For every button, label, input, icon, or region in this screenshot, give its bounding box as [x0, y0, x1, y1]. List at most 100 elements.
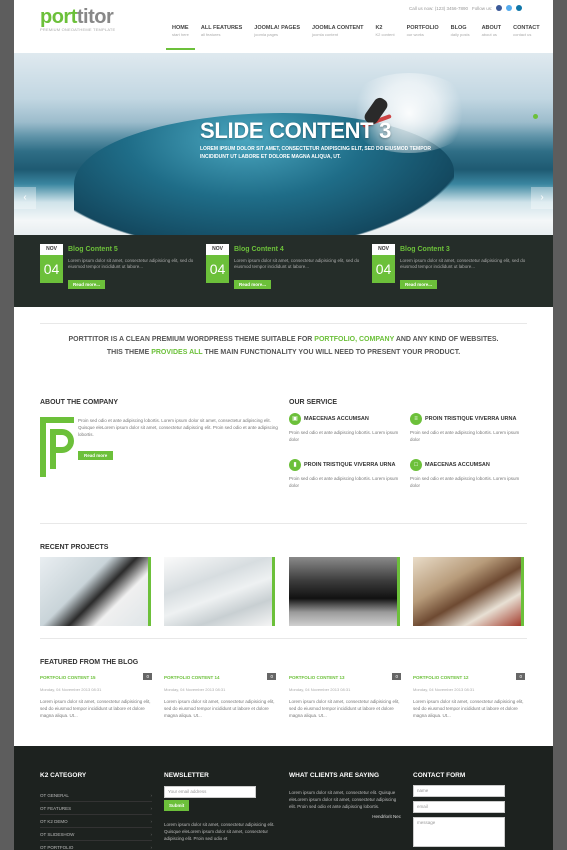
- slide-title: SLIDE CONTENT 3: [200, 118, 392, 143]
- k2-item[interactable]: OT FEATURES ›: [40, 802, 152, 815]
- featured-post: PORTFOLIO CONTENT 12 0 Monday, 04 Novemb…: [413, 673, 525, 719]
- chevron-right-icon: ›: [150, 819, 153, 824]
- newsletter-submit-button[interactable]: Submit: [164, 800, 190, 811]
- newsletter-widget: NEWSLETTER Your email address Submit Lor…: [164, 772, 276, 842]
- comment-count-badge[interactable]: 0: [392, 673, 401, 680]
- k2-title: K2 CATEGORY: [40, 772, 87, 779]
- chevron-right-icon: ›: [150, 793, 153, 798]
- nav-portfolio[interactable]: PORTFOLIO our works: [401, 25, 445, 50]
- read-more-button[interactable]: Read more...: [234, 280, 272, 289]
- featured-post: PORTFOLIO CONTENT 15 0 Monday, 04 Novemb…: [40, 673, 152, 719]
- hero-slider: SLIDE CONTENT 3 LOREM IPSUM DOLOR SIT AM…: [14, 53, 553, 235]
- k2-item[interactable]: OT GENERAL ›: [40, 789, 152, 802]
- featured-post: PORTFOLIO CONTENT 14 0 Monday, 04 Novemb…: [164, 673, 276, 719]
- site-logo[interactable]: porttitor: [40, 7, 114, 27]
- nav-contact[interactable]: CONTACT contact us: [507, 25, 545, 50]
- blog-strip-title[interactable]: Blog Content 4: [234, 246, 284, 253]
- nav-joomla-content[interactable]: JOOMLA CONTENT joomla content: [306, 25, 369, 50]
- chart-icon: ▮: [289, 459, 301, 471]
- featured-post-date: Monday, 04 November 2013 08:31: [289, 687, 351, 692]
- projects-title: RECENT PROJECTS: [40, 544, 109, 551]
- footer: K2 CATEGORY OT GENERAL › OT FEATURES › OT …: [14, 746, 553, 850]
- service-title: OUR SERVICE: [289, 399, 338, 406]
- intro-text: PORTTITOR IS A CLEAN PREMIUM WORDPRESS T…: [68, 336, 499, 356]
- blog-strip-item: NOV 04 Blog Content 3 Lorem ipsum dolor …: [372, 244, 532, 299]
- linkedin-icon[interactable]: [516, 5, 523, 11]
- newsletter-title: NEWSLETTER: [164, 772, 209, 779]
- project-thumb-documents[interactable]: [164, 557, 275, 626]
- k2-item[interactable]: OT SLIDESHOW ›: [40, 828, 152, 841]
- featured-post-title[interactable]: PORTFOLIO CONTENT 14: [164, 675, 276, 680]
- blog-strip-title[interactable]: Blog Content 5: [68, 246, 118, 253]
- contact-email-input[interactable]: email: [413, 801, 505, 813]
- read-more-button[interactable]: Read more...: [400, 280, 438, 289]
- monitor-icon: ▣: [289, 413, 301, 425]
- featured-post-title[interactable]: PORTFOLIO CONTENT 13: [289, 675, 401, 680]
- nav-home[interactable]: HOME start here: [166, 25, 195, 50]
- blog-strip-text: Lorem ipsum dolor sit amet, consectetur …: [400, 258, 526, 269]
- project-thumb-businessman[interactable]: [40, 557, 151, 626]
- date-month: NOV: [206, 244, 229, 255]
- project-thumb-interior[interactable]: [413, 557, 524, 626]
- slider-pager-dot[interactable]: [533, 114, 538, 119]
- chevron-right-icon: ›: [150, 806, 153, 811]
- service-item: □ MAECENAS ACCUMSAN Proin sed odio et ant…: [410, 459, 520, 489]
- comment-count-badge[interactable]: 0: [267, 673, 276, 680]
- featured-post-date: Monday, 04 November 2013 08:31: [164, 687, 226, 692]
- facebook-icon[interactable]: [496, 5, 503, 11]
- featured-post-date: Monday, 04 November 2013 08:31: [413, 687, 475, 692]
- nav-all-features[interactable]: ALL FEATURES all features: [195, 25, 248, 50]
- contact-message-input[interactable]: message: [413, 817, 505, 847]
- divider: [40, 638, 527, 639]
- blog-strip-item: NOV 04 Blog Content 4 Lorem ipsum dolor …: [206, 244, 366, 299]
- nav-k2[interactable]: K2 K2 content: [369, 25, 400, 50]
- featured-post-title[interactable]: PORTFOLIO CONTENT 15: [40, 675, 152, 680]
- testimonial-title: WHAT CLIENTS ARE SAYING: [289, 772, 380, 779]
- contact-name-input[interactable]: name: [413, 785, 505, 797]
- nav-about[interactable]: ABOUT about us: [476, 25, 508, 50]
- read-more-button[interactable]: Read more...: [68, 280, 106, 289]
- project-thumb-laptop[interactable]: [289, 557, 400, 626]
- contact-form-title: CONTACT FORM: [413, 772, 466, 779]
- featured-title: FEATURED FROM THE BLOG: [40, 659, 139, 666]
- testimonial-widget: WHAT CLIENTS ARE SAYING Lorem ipsum dolo…: [289, 772, 401, 819]
- divider: [40, 323, 527, 324]
- blog-strip-title[interactable]: Blog Content 3: [400, 246, 450, 253]
- service-item: ▣ MAECENAS ACCUMSAN Proin sed odio et ant…: [289, 413, 399, 443]
- slider-next-arrow-icon[interactable]: ›: [531, 187, 553, 209]
- comment-count-badge[interactable]: 0: [516, 673, 525, 680]
- about-read-more-button[interactable]: Read more: [78, 451, 114, 460]
- newsletter-text: Lorem ipsum dolor sit amet, consectetur …: [164, 822, 275, 841]
- slide-text: LOREM IPSUM DOLOR SIT AMET, CONSECTETUR …: [200, 146, 432, 160]
- featured-post-text: Lorem ipsum dolor sit amet, consectetur …: [289, 699, 400, 718]
- follow-text: Follow us:: [472, 5, 493, 11]
- featured-post-text: Lorem ipsum dolor sit amet, consectetur …: [164, 699, 275, 718]
- chevron-right-icon: ›: [150, 845, 153, 850]
- twitter-icon[interactable]: [506, 5, 513, 11]
- company-logo-icon: [40, 417, 74, 477]
- slider-prev-arrow-icon[interactable]: ‹: [14, 187, 36, 209]
- newsletter-email-input[interactable]: Your email address: [164, 786, 256, 798]
- testimonial-author: Hendrlorit Nec: [372, 814, 401, 819]
- nav-blog[interactable]: BLOG daily posts: [445, 25, 476, 50]
- date-month: NOV: [40, 244, 63, 255]
- k2-item[interactable]: OT K2 DEMO ›: [40, 815, 152, 828]
- k2-item[interactable]: OT PORTFOLIO ›: [40, 841, 152, 850]
- blog-strip-text: Lorem ipsum dolor sit amet, consectetur …: [234, 258, 360, 269]
- k2-list: OT GENERAL › OT FEATURES › OT K2 DEMO › OT …: [40, 789, 152, 850]
- list-icon: ≡: [410, 413, 422, 425]
- screen-icon: □: [410, 459, 422, 471]
- service-item: ▮ PROIN TRISTIQUE VIVERRA URNA Proin sed …: [289, 459, 399, 489]
- date-day: 04: [40, 255, 63, 283]
- about-title: ABOUT THE COMPANY: [40, 399, 119, 406]
- topbar: Call us now: (123) 3456-7890 Follow us:: [409, 5, 523, 11]
- featured-post-title[interactable]: PORTFOLIO CONTENT 12: [413, 675, 525, 680]
- featured-post-date: Monday, 04 November 2013 08:31: [40, 687, 102, 692]
- comment-count-badge[interactable]: 0: [143, 673, 152, 680]
- nav-joomla-pages[interactable]: JOOMLA! PAGES joomla pages: [248, 25, 306, 50]
- about-text: Proin sed odio et ante adipiscing lobort…: [78, 418, 278, 437]
- site-tagline: PREMIUM ONEOATHEME TEMPLATE: [40, 27, 116, 32]
- featured-post: PORTFOLIO CONTENT 13 0 Monday, 04 Novemb…: [289, 673, 401, 719]
- divider: [40, 523, 527, 524]
- blog-strip-item: NOV 04 Blog Content 5 Lorem ipsum dolor …: [40, 244, 200, 299]
